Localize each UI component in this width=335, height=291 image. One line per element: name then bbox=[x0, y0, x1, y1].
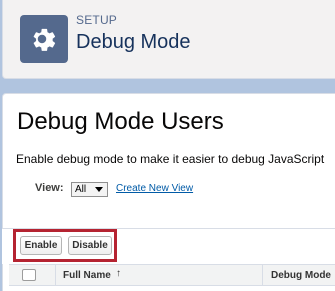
view-select-value: All bbox=[75, 184, 87, 195]
column-divider bbox=[262, 265, 263, 286]
select-all-checkbox[interactable] bbox=[22, 269, 36, 281]
column-divider bbox=[55, 265, 56, 286]
gear-icon bbox=[33, 28, 56, 51]
create-new-view-link[interactable]: Create New View bbox=[116, 183, 193, 194]
setup-gear-icon bbox=[20, 15, 68, 63]
section-title: Debug Mode Users bbox=[17, 108, 224, 135]
view-label: View: bbox=[35, 182, 64, 194]
view-select[interactable]: All bbox=[71, 182, 108, 197]
breadcrumb-setup: SETUP bbox=[76, 13, 118, 27]
page-header: SETUP Debug Mode bbox=[2, 0, 335, 79]
description-text: Enable debug mode to make it easier to d… bbox=[16, 152, 325, 166]
column-header-debug-mode[interactable]: Debug Mode bbox=[271, 270, 331, 281]
page-title: Debug Mode bbox=[76, 31, 191, 53]
sort-ascending-icon[interactable]: ↑ bbox=[116, 268, 121, 279]
column-header-full-name[interactable]: Full Name bbox=[63, 270, 111, 281]
caret-down-icon bbox=[95, 187, 103, 192]
highlight-annotation bbox=[13, 229, 117, 262]
page: SETUP Debug Mode Debug Mode Users Enable… bbox=[0, 0, 335, 291]
